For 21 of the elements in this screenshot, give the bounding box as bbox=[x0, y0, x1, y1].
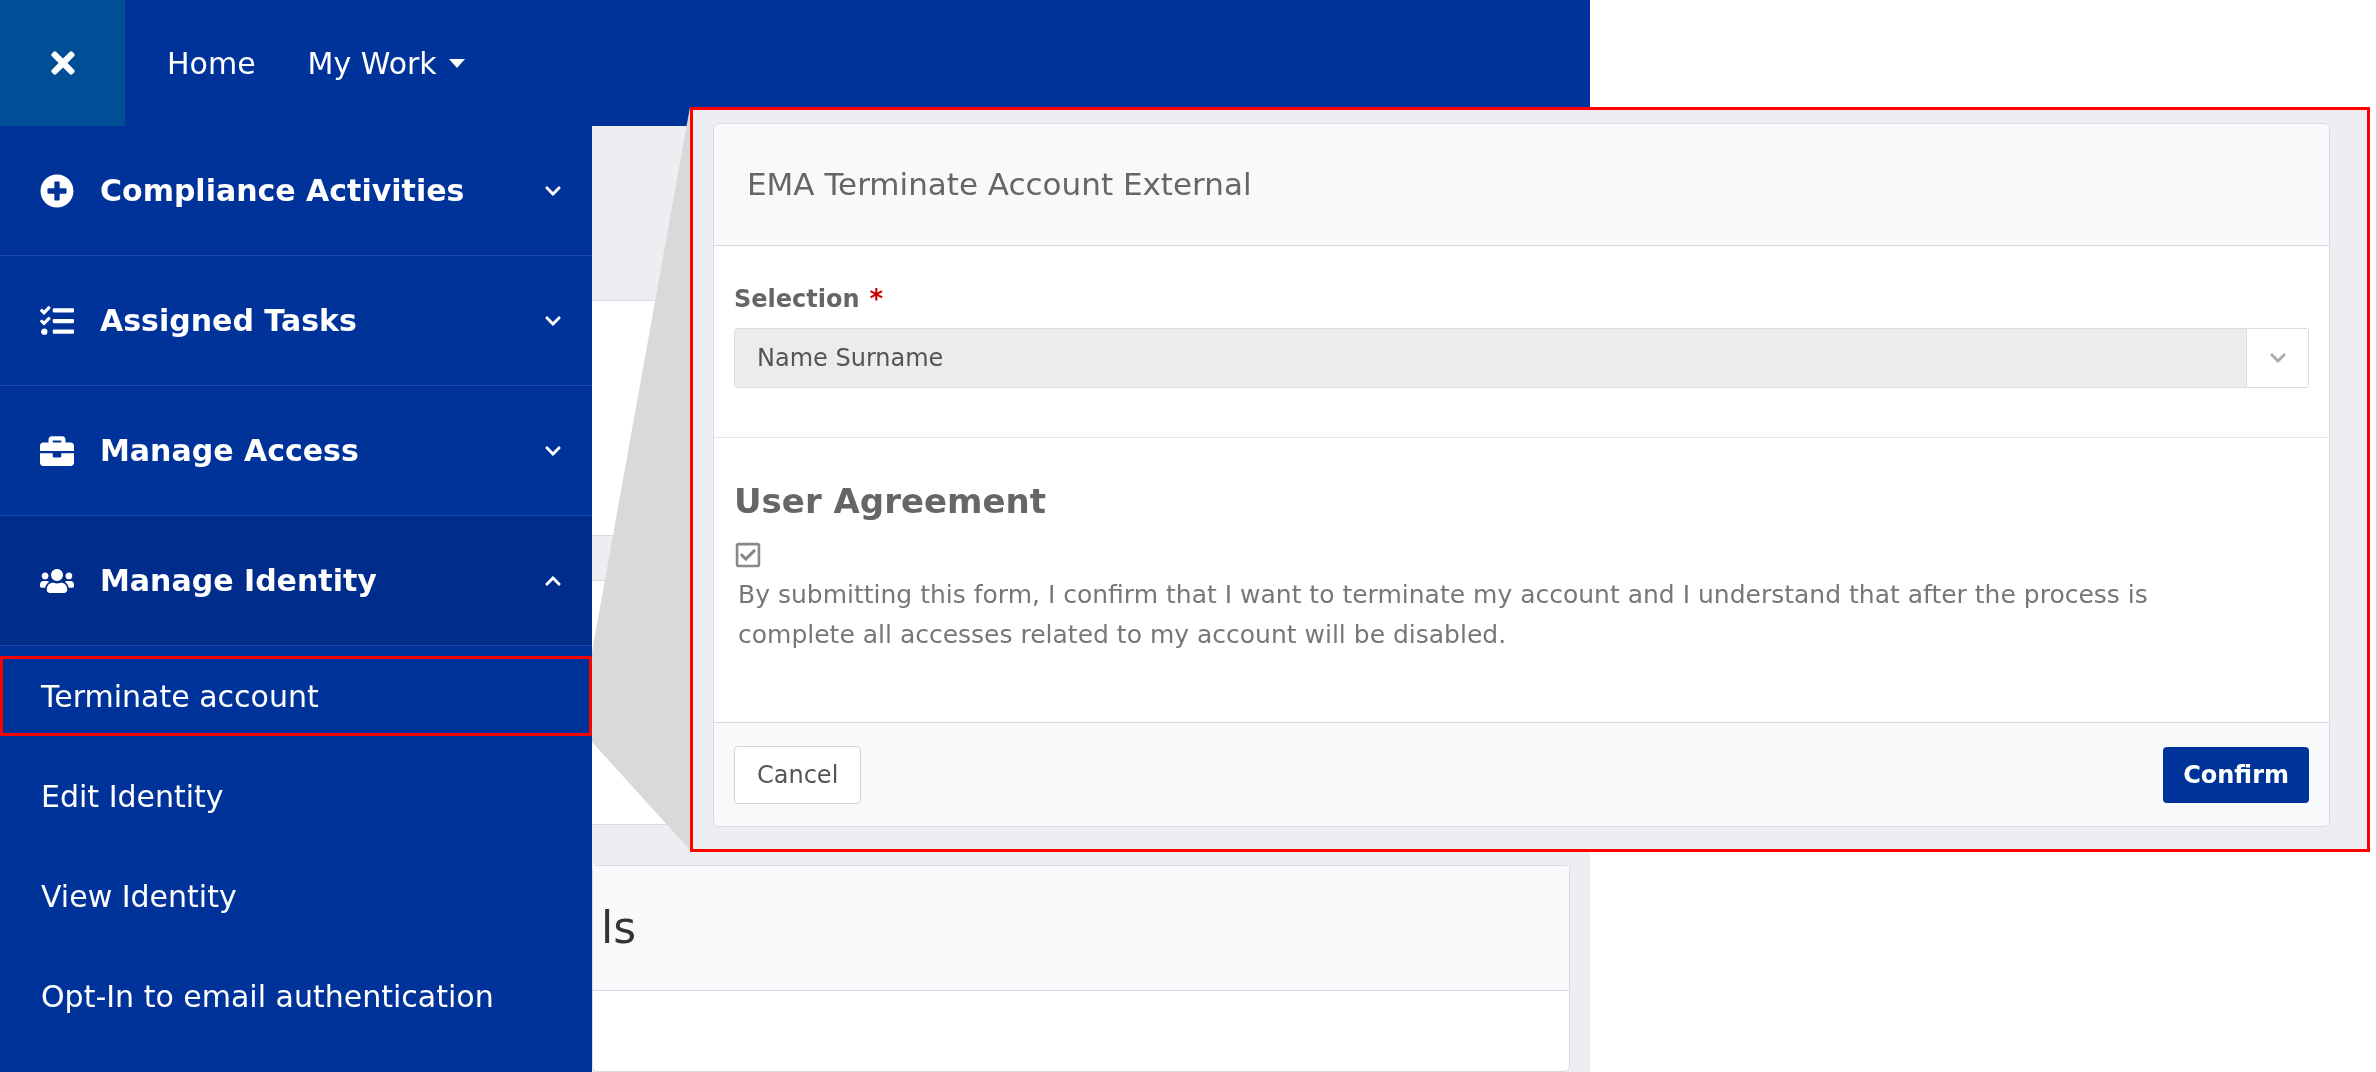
caret-icon bbox=[448, 58, 465, 68]
briefcase-icon bbox=[40, 433, 74, 468]
cancel-button[interactable]: Cancel bbox=[734, 745, 862, 804]
form-title: EMA Terminate Account External bbox=[747, 165, 1252, 205]
close-button[interactable] bbox=[0, 0, 125, 126]
nav-link[interactable]: My Work bbox=[307, 40, 465, 86]
list-icon bbox=[40, 303, 74, 338]
field-label: Selection bbox=[734, 284, 860, 315]
agreement-checkbox[interactable] bbox=[734, 541, 762, 569]
section-heading: User Agreement bbox=[734, 480, 1047, 523]
sidebar-menu-item[interactable]: Manage Identity bbox=[0, 516, 592, 646]
sidebar-submenu-item[interactable]: Edit Identity bbox=[0, 756, 592, 836]
sidebar-submenu-item[interactable]: Opt-In to email authentication bbox=[0, 956, 592, 1036]
required-mark: * bbox=[869, 282, 884, 316]
select-field[interactable]: Name Surname bbox=[734, 328, 2309, 388]
sidebar-submenu-item[interactable]: View Identity bbox=[0, 856, 592, 936]
nav-link[interactable]: Home bbox=[167, 40, 256, 86]
sidebar-submenu-item[interactable]: Terminate account bbox=[0, 656, 592, 736]
agreement-text: By submitting this form, I confirm that I want to terminate my account and I understand that after the process is complete all accesses related to my account will be disabled. bbox=[737, 579, 2149, 651]
card-title: ls bbox=[601, 901, 637, 955]
confirm-button[interactable]: Confirm bbox=[2163, 746, 2309, 803]
